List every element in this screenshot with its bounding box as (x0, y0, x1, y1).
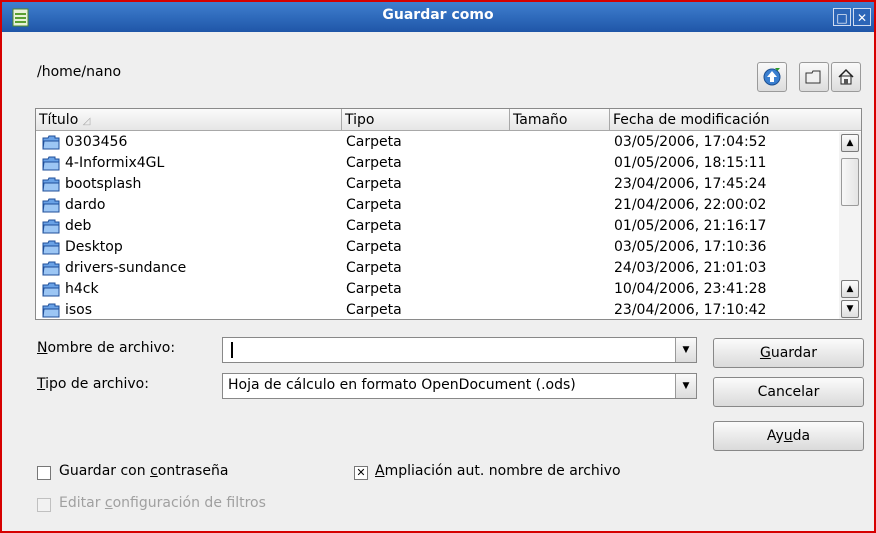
folder-icon (42, 303, 60, 318)
file-type: Carpeta (346, 134, 402, 150)
folder-icon (42, 282, 60, 297)
up-folder-icon (763, 68, 781, 86)
sort-arrow-icon: ◿ (82, 116, 91, 127)
folder-icon (42, 261, 60, 276)
file-date: 01/05/2006, 18:15:11 (614, 155, 767, 171)
table-row[interactable]: h4ck Carpeta 10/04/2006, 23:41:28 (36, 279, 836, 300)
table-row[interactable]: isos Carpeta 23/04/2006, 17:10:42 (36, 300, 836, 319)
current-path: /home/nano (37, 64, 122, 80)
autoext-label[interactable]: Ampliación aut. nombre de archivo (375, 463, 621, 479)
file-type: Carpeta (346, 176, 402, 192)
save-as-dialog: Guardar como □ ✕ /home/nano Título ◿ Tip… (0, 0, 876, 533)
close-icon[interactable]: ✕ (853, 8, 871, 26)
table-row[interactable]: deb Carpeta 01/05/2006, 21:16:17 (36, 216, 836, 237)
file-date: 03/05/2006, 17:10:36 (614, 239, 767, 255)
table-row[interactable]: 0303456 Carpeta 03/05/2006, 17:04:52 (36, 132, 836, 153)
new-folder-button[interactable] (799, 62, 829, 92)
column-date-label: Fecha de modificación (613, 112, 770, 128)
file-name: dardo (65, 197, 106, 213)
file-date: 24/03/2006, 21:01:03 (614, 260, 767, 276)
help-button[interactable]: Ayuda (713, 421, 864, 451)
file-name: 0303456 (65, 134, 128, 150)
folder-icon (42, 219, 60, 234)
password-label[interactable]: Guardar con contraseña (59, 463, 228, 479)
vertical-scrollbar[interactable]: ▲ ▲ ▼ (839, 132, 861, 319)
filetype-label: Tipo de archivo: (37, 376, 149, 392)
file-type: Carpeta (346, 155, 402, 171)
filter-settings-checkbox (37, 498, 51, 512)
file-date: 03/05/2006, 17:04:52 (614, 134, 767, 150)
dropdown-arrow-icon[interactable]: ▼ (675, 374, 696, 398)
file-name: deb (65, 218, 92, 234)
scroll-up-icon[interactable]: ▲ (841, 280, 859, 298)
up-folder-button[interactable] (757, 62, 787, 92)
filename-label: Nombre de archivo: (37, 340, 176, 356)
table-row[interactable]: drivers-sundance Carpeta 24/03/2006, 21:… (36, 258, 836, 279)
title-bar[interactable]: Guardar como □ ✕ (2, 2, 874, 32)
password-checkbox[interactable] (37, 466, 51, 480)
filename-field[interactable]: ▼ (222, 337, 697, 363)
file-type: Carpeta (346, 197, 402, 213)
file-name: 4-Informix4GL (65, 155, 165, 171)
file-name: h4ck (65, 281, 99, 297)
column-type-label: Tipo (345, 112, 375, 128)
file-name: isos (65, 302, 93, 318)
cancel-button[interactable]: Cancelar (713, 377, 864, 407)
column-header-size[interactable]: Tamaño (510, 109, 610, 131)
scroll-thumb[interactable] (841, 158, 859, 206)
file-type: Carpeta (346, 218, 402, 234)
file-type: Carpeta (346, 239, 402, 255)
file-type: Carpeta (346, 260, 402, 276)
filetype-value: Hoja de cálculo en formato OpenDocument … (228, 377, 576, 393)
table-row[interactable]: 4-Informix4GL Carpeta 01/05/2006, 18:15:… (36, 153, 836, 174)
home-button[interactable] (831, 62, 861, 92)
scroll-down-icon[interactable]: ▼ (841, 300, 859, 318)
table-row[interactable]: dardo Carpeta 21/04/2006, 22:00:02 (36, 195, 836, 216)
folder-icon (42, 198, 60, 213)
file-type: Carpeta (346, 302, 402, 318)
window-title: Guardar como (382, 7, 494, 23)
dropdown-arrow-icon[interactable]: ▼ (675, 338, 696, 362)
filetype-select[interactable]: Hoja de cálculo en formato OpenDocument … (222, 373, 697, 399)
maximize-icon[interactable]: □ (833, 8, 851, 26)
new-folder-icon (805, 70, 821, 84)
table-row[interactable]: bootsplash Carpeta 23/04/2006, 17:45:24 (36, 174, 836, 195)
file-name: bootsplash (65, 176, 142, 192)
folder-icon (42, 135, 60, 150)
column-size-label: Tamaño (513, 112, 568, 128)
file-date: 23/04/2006, 17:10:42 (614, 302, 767, 318)
text-cursor (231, 342, 233, 358)
checkbox-checked-icon: ✕ (356, 466, 366, 479)
filter-settings-label: Editar configuración de filtros (59, 495, 266, 511)
file-name: Desktop (65, 239, 123, 255)
column-header-type[interactable]: Tipo (342, 109, 510, 131)
column-header-title[interactable]: Título ◿ (36, 109, 342, 131)
file-date: 23/04/2006, 17:45:24 (614, 176, 767, 192)
folder-icon (42, 240, 60, 255)
home-icon (838, 68, 854, 85)
file-type: Carpeta (346, 281, 402, 297)
file-name: drivers-sundance (65, 260, 187, 276)
folder-icon (42, 177, 60, 192)
autoext-checkbox[interactable]: ✕ (354, 466, 368, 480)
save-button[interactable]: Guardar (713, 338, 864, 368)
file-list[interactable]: Título ◿ Tipo Tamaño Fecha de modificaci… (35, 108, 862, 320)
file-date: 21/04/2006, 22:00:02 (614, 197, 767, 213)
column-title-label: Título (39, 112, 79, 128)
file-date: 10/04/2006, 23:41:28 (614, 281, 767, 297)
table-row[interactable]: Desktop Carpeta 03/05/2006, 17:10:36 (36, 237, 836, 258)
folder-icon (42, 156, 60, 171)
scroll-up-icon[interactable]: ▲ (841, 134, 859, 152)
file-date: 01/05/2006, 21:16:17 (614, 218, 767, 234)
column-header-date[interactable]: Fecha de modificación (610, 109, 861, 131)
